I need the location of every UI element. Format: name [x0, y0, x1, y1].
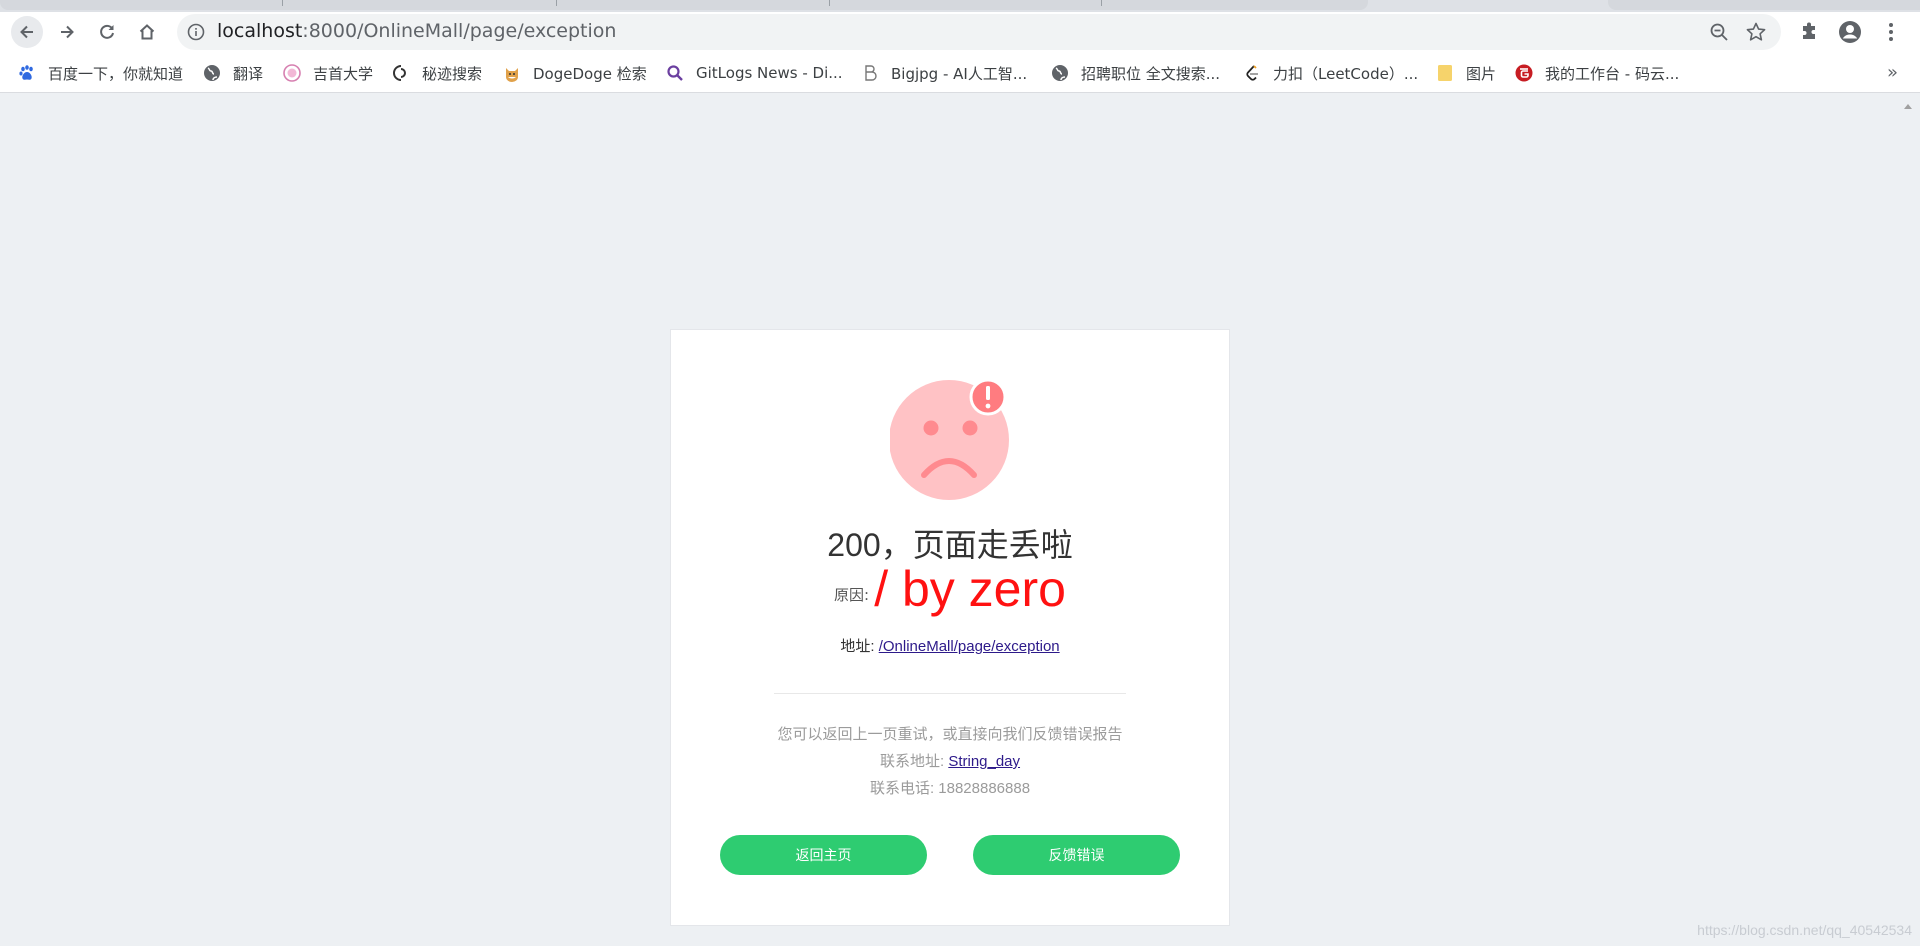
phone-line: 联系电话: 18828886888 [671, 775, 1229, 802]
tip-line: 您可以返回上一页重试，或直接向我们反馈错误报告 [777, 726, 1123, 743]
globe-icon [203, 64, 221, 82]
address-label: 地址: [840, 638, 875, 655]
gitee-icon [1515, 64, 1533, 82]
bookmark-jishou[interactable]: 吉首大学 [283, 61, 373, 85]
more-bookmarks-button[interactable]: » [1887, 62, 1898, 83]
phone-value: 18828886888 [938, 780, 1031, 797]
bookmark-dogedoge[interactable]: DogeDoge 检索 [503, 61, 647, 85]
bookmark-images-folder[interactable]: 图片 [1436, 61, 1496, 85]
zoom-out-icon[interactable] [1709, 22, 1729, 42]
bookmark-label: 招聘职位 全文搜索... [1081, 64, 1221, 83]
scroll-up-arrow-icon[interactable] [1904, 104, 1912, 109]
reload-icon [100, 24, 114, 39]
bookmark-label: 秘迹搜索 [422, 64, 483, 83]
emblem-icon [283, 64, 301, 82]
watermark-text: https://blog.csdn.net/qq_40542534 [1697, 922, 1912, 938]
reason-label: 原因: [834, 586, 870, 604]
address-bar[interactable]: localhost:8000/OnlineMall/page/exception [177, 14, 1781, 50]
error-address: 地址: /OnlineMall/page/exception [671, 635, 1229, 656]
info-icon[interactable] [187, 23, 205, 41]
divider [774, 693, 1126, 694]
bookmark-translate[interactable]: 翻译 [203, 61, 263, 85]
menu-button[interactable] [1879, 20, 1903, 44]
arrow-left-icon [20, 25, 33, 39]
active-tab[interactable] [0, 0, 1368, 10]
bigjpg-icon [861, 64, 879, 82]
paw-icon [18, 64, 36, 82]
tab-strip [0, 0, 1920, 12]
bookmark-bigjpg[interactable]: Bigjpg - AI人工智... [861, 61, 1027, 85]
address-link[interactable]: /OnlineMall/page/exception [879, 638, 1060, 655]
url-host: localhost [217, 20, 303, 42]
bookmark-label: 图片 [1466, 64, 1497, 83]
tab-divider [556, 0, 557, 6]
error-card: 200，页面走丢啦 原因: / by zero 地址: /OnlineMall/… [670, 329, 1230, 926]
bookmark-jobs[interactable]: 招聘职位 全文搜索... [1051, 61, 1220, 85]
sad-face-icon [890, 379, 1009, 500]
globe-icon [1051, 64, 1069, 82]
extensions-button[interactable] [1798, 20, 1822, 44]
bookmark-leetcode[interactable]: 力扣（LeetCode）... [1243, 61, 1418, 85]
inactive-tab[interactable] [1608, 0, 1920, 10]
contact-label: 联系地址: [879, 753, 945, 770]
contact-link[interactable]: String_day [948, 753, 1020, 770]
reload-button[interactable] [91, 16, 123, 48]
tab-divider [1101, 0, 1102, 6]
doge-icon [503, 64, 521, 82]
reason-message: / by zero [874, 561, 1066, 617]
bookmark-gitee[interactable]: 我的工作台 - 码云... [1515, 61, 1679, 85]
report-error-button[interactable]: 反馈错误 [973, 835, 1180, 875]
bookmark-label: 吉首大学 [313, 64, 374, 83]
bookmark-label: 力扣（LeetCode）... [1273, 64, 1419, 83]
bookmark-gitlogs[interactable]: GitLogs News - Di... [666, 61, 843, 85]
bookmark-label: Bigjpg - AI人工智... [891, 64, 1028, 83]
magnifier-icon [666, 64, 684, 82]
contact-line: 联系地址: String_day [671, 748, 1229, 775]
bookmark-baidu[interactable]: 百度一下，你就知道 [18, 61, 183, 85]
bookmark-label: DogeDoge 检索 [533, 64, 647, 83]
back-home-button[interactable]: 返回主页 [720, 835, 927, 875]
bookmark-label: GitLogs News - Di... [696, 64, 843, 82]
profile-button[interactable] [1838, 20, 1862, 44]
url-text[interactable]: localhost:8000/OnlineMall/page/exception [217, 20, 616, 42]
tab-divider [829, 0, 830, 6]
mijisou-icon [392, 64, 410, 82]
browser-toolbar: localhost:8000/OnlineMall/page/exception [0, 12, 1920, 52]
bookmark-label: 我的工作台 - 码云... [1545, 64, 1680, 83]
tab-divider [282, 0, 283, 6]
forward-button[interactable] [51, 16, 83, 48]
arrow-right-icon [61, 25, 74, 39]
help-text: 您可以返回上一页重试，或直接向我们反馈错误报告 联系地址: String_day… [671, 721, 1229, 802]
home-button[interactable] [131, 16, 163, 48]
url-path: :8000/OnlineMall/page/exception [302, 20, 617, 42]
leetcode-icon [1243, 64, 1261, 82]
error-reason: 原因: / by zero [671, 560, 1229, 618]
bookmark-label: 翻译 [233, 64, 264, 83]
star-icon[interactable] [1745, 21, 1767, 43]
bookmark-mijisou[interactable]: 秘迹搜索 [392, 61, 482, 85]
puzzle-icon [1803, 22, 1815, 39]
bookmarks-bar: 百度一下，你就知道 翻译 吉首大学 秘迹搜索 DogeDoge 检索 GitLo… [0, 52, 1920, 93]
bookmark-label: 百度一下，你就知道 [48, 64, 184, 83]
home-icon [139, 24, 155, 40]
back-button[interactable] [11, 16, 43, 48]
kebab-menu-icon [1889, 23, 1893, 41]
account-icon [1839, 21, 1861, 43]
folder-icon [1436, 64, 1454, 82]
phone-label: 联系电话: [869, 780, 935, 797]
